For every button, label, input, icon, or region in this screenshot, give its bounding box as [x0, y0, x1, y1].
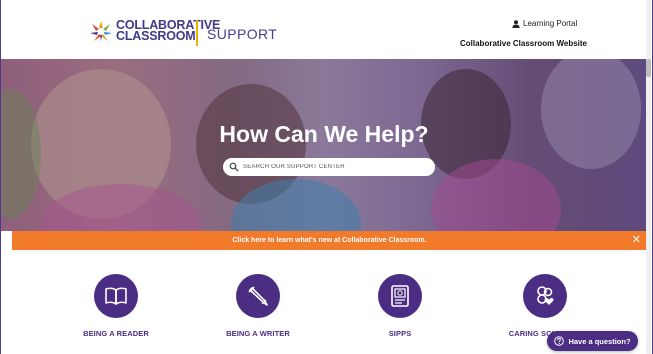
category-icon-circle: [378, 274, 422, 318]
question-circle-icon: [554, 336, 565, 346]
category-being-a-reader[interactable]: BEING A READER: [56, 274, 176, 338]
user-icon: [512, 19, 520, 28]
announcement-text[interactable]: Click here to learn what's new at Collab…: [12, 237, 647, 244]
site-header: COLLABORATIVE CLASSROOM SUPPORT Learning…: [1, 0, 652, 59]
logo-divider: [196, 20, 198, 46]
category-label: BEING A WRITER: [226, 329, 290, 338]
hero-title: How Can We Help?: [219, 121, 429, 147]
announcement-bar[interactable]: Click here to learn what's new at Collab…: [12, 231, 647, 250]
category-caring-school-community[interactable]: CARING SCHOOL C: [485, 274, 605, 338]
website-link[interactable]: Collaborative Classroom Website: [460, 39, 587, 48]
support-label: SUPPORT: [207, 26, 278, 42]
category-icon-circle: [236, 274, 280, 318]
category-being-a-writer[interactable]: BEING A WRITER: [198, 274, 318, 338]
workbook-icon: [391, 285, 409, 307]
close-icon[interactable]: ✕: [632, 234, 641, 246]
help-button-label: Have a question?: [568, 336, 631, 346]
page-scrollbar[interactable]: [646, 0, 651, 354]
hero-photo-shape: [1, 89, 41, 219]
learning-portal-label: Learning Portal: [523, 19, 578, 28]
category-sipps[interactable]: SIPPS: [340, 274, 460, 338]
category-label: BEING A READER: [83, 329, 149, 338]
search-input[interactable]: [243, 164, 428, 170]
logo-line-2: CLASSROOM: [116, 29, 196, 43]
hero-photo-shape: [541, 59, 641, 169]
scrollbar-thumb[interactable]: [646, 59, 651, 77]
search-icon: [229, 162, 239, 172]
logo-starburst-icon: [90, 21, 112, 41]
category-label: SIPPS: [388, 329, 412, 338]
category-icon-circle: [523, 274, 567, 318]
category-icon-circle: [94, 274, 138, 318]
hero-photo-shape: [231, 179, 361, 231]
have-a-question-button[interactable]: Have a question?: [547, 331, 638, 351]
community-heart-icon: [537, 286, 554, 305]
hero-photo-shape: [41, 184, 201, 231]
learning-portal-link[interactable]: Learning Portal: [512, 19, 577, 28]
site-logo[interactable]: COLLABORATIVE CLASSROOM: [89, 19, 220, 43]
page-frame: COLLABORATIVE CLASSROOM SUPPORT Learning…: [0, 0, 653, 354]
book-icon: [105, 287, 127, 305]
pencil-icon: [248, 286, 268, 306]
hero-photo-shape: [431, 159, 561, 231]
support-search-bar[interactable]: [223, 158, 435, 176]
